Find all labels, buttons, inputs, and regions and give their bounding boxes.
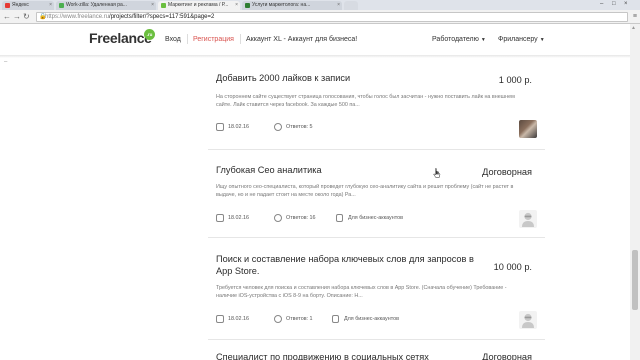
close-icon[interactable]: × <box>49 1 52 10</box>
yandex-favicon-icon <box>5 3 10 8</box>
briefcase-icon <box>332 315 339 323</box>
project-card[interactable]: Глубокая Сео аналитика Договорная Ищу оп… <box>208 154 545 238</box>
tab-label: Яндекс <box>12 2 29 8</box>
url-host: https://www.freelance.ru <box>45 14 110 20</box>
business-only-label: Для бизнес-аккаунтов <box>348 215 403 221</box>
maximize-icon[interactable]: □ <box>612 0 616 9</box>
scroll-up-icon[interactable]: ▲ <box>631 25 636 31</box>
calendar-icon <box>216 315 224 323</box>
logo-badge: .ru <box>144 29 155 40</box>
browser-tab-strip: Яндекс × Work-zilla: Удаленная ра... × М… <box>0 0 640 10</box>
project-card[interactable]: Специалист по продвижению в социальных с… <box>208 346 545 360</box>
freelance-favicon-icon <box>161 3 166 8</box>
close-icon[interactable]: × <box>151 1 154 10</box>
project-meta: 18.02.16 Ответов: 1 Для бизнес-аккаунтов <box>216 315 526 325</box>
project-answers[interactable]: Ответов: 1 <box>286 316 313 323</box>
reload-icon[interactable]: ↻ <box>23 12 30 22</box>
tab-label: Work-zilla: Удаленная ра... <box>66 2 127 8</box>
url-input[interactable]: 🔒 https://www.freelance.ru/projects/filt… <box>36 12 628 22</box>
lock-icon: 🔒 <box>39 14 47 20</box>
tab-marketing[interactable]: Маркетинг и реклама / Р... × <box>158 1 240 10</box>
author-avatar[interactable] <box>519 210 537 228</box>
project-description: Требуется человек для поиска и составлен… <box>216 285 507 299</box>
freelancer-menu[interactable]: Фрилансеру ▼ <box>498 35 545 45</box>
mouse-cursor-icon <box>433 168 441 178</box>
calendar-icon <box>216 214 224 222</box>
account-xl-link[interactable]: Аккаунт XL - Аккаунт для бизнеса! <box>246 35 357 44</box>
project-meta: 18.02.16 Ответов: 16 Для бизнес-аккаунто… <box>216 214 526 224</box>
calendar-icon <box>216 123 224 131</box>
comment-icon <box>274 315 282 323</box>
project-title[interactable]: Добавить 2000 лайков к записи <box>216 72 350 84</box>
caret-down-icon: ▼ <box>539 37 545 43</box>
project-meta: 18.02.16 Ответов: 5 <box>216 123 526 133</box>
project-description: На стороннем сайте существует страница г… <box>216 94 515 108</box>
forward-icon[interactable]: → <box>13 12 21 22</box>
workzilla-favicon-icon <box>59 3 64 8</box>
project-price: Договорная <box>482 352 532 360</box>
user-placeholder-icon <box>522 212 534 227</box>
business-only-label: Для бизнес-аккаунтов <box>344 316 399 322</box>
project-price: 1 000 р. <box>498 75 532 85</box>
new-tab-button[interactable] <box>344 1 358 10</box>
author-avatar[interactable] <box>519 120 537 138</box>
window-close-icon[interactable]: × <box>624 0 628 9</box>
address-bar: ← → ↻ 🔒 https://www.freelance.ru/project… <box>0 10 640 24</box>
project-title[interactable]: Специалист по продвижению в социальных с… <box>216 351 429 360</box>
page-scrollbar[interactable]: ▲ <box>630 24 640 360</box>
employer-menu-label: Работодателю <box>432 36 479 43</box>
project-title[interactable]: Поиск и составление набора ключевых слов… <box>216 253 486 277</box>
services-favicon-icon <box>245 3 250 8</box>
tab-label: Маркетинг и реклама / Р... <box>168 2 229 8</box>
project-list-page: – Добавить 2000 лайков к записи 1 000 р.… <box>0 58 640 360</box>
close-icon[interactable]: × <box>235 1 238 10</box>
project-title[interactable]: Глубокая Сео аналитика <box>216 164 322 176</box>
tab-yandex[interactable]: Яндекс × <box>2 1 54 10</box>
project-answers[interactable]: Ответов: 16 <box>286 215 316 222</box>
site-logo[interactable]: Freelance <box>89 30 152 46</box>
tab-services[interactable]: Услуги маркетолога: на... × <box>242 1 342 10</box>
register-link[interactable]: Регистрация <box>193 35 234 44</box>
login-link[interactable]: Вход <box>165 35 181 44</box>
project-price: Договорная <box>482 167 532 177</box>
left-marker: – <box>4 59 8 65</box>
nav-divider <box>187 34 188 44</box>
back-icon[interactable]: ← <box>3 12 11 22</box>
comment-icon <box>274 214 282 222</box>
project-date: 18.02.16 <box>228 215 249 221</box>
project-card[interactable]: Добавить 2000 лайков к записи 1 000 р. Н… <box>208 60 545 150</box>
project-date: 18.02.16 <box>228 124 249 130</box>
tab-label: Услуги маркетолога: на... <box>252 2 311 8</box>
project-card[interactable]: Поиск и составление набора ключевых слов… <box>208 242 545 340</box>
tab-workzilla[interactable]: Work-zilla: Удаленная ра... × <box>56 1 156 10</box>
close-icon[interactable]: × <box>337 1 340 10</box>
project-date: 18.02.16 <box>228 316 249 322</box>
caret-down-icon: ▼ <box>480 37 486 43</box>
author-avatar[interactable] <box>519 311 537 329</box>
comment-icon <box>274 123 282 131</box>
user-placeholder-icon <box>522 313 534 328</box>
employer-menu[interactable]: Работодателю ▼ <box>432 35 486 45</box>
freelancer-menu-label: Фрилансеру <box>498 36 538 43</box>
minimize-icon[interactable]: – <box>600 0 603 9</box>
url-path: /projects/filter/?specs=117:591&page=2 <box>109 14 215 20</box>
nav-divider <box>240 34 241 44</box>
project-price: 10 000 р. <box>493 262 532 272</box>
briefcase-icon <box>336 214 343 222</box>
project-answers[interactable]: Ответов: 5 <box>286 124 313 131</box>
browser-menu-icon[interactable]: ≡ <box>633 12 637 22</box>
project-description: Ищу опытного сео-специалиста, который пр… <box>216 184 514 198</box>
site-header: Freelance .ru Вход Регистрация Аккаунт X… <box>0 25 640 55</box>
scroll-thumb[interactable] <box>632 250 638 310</box>
